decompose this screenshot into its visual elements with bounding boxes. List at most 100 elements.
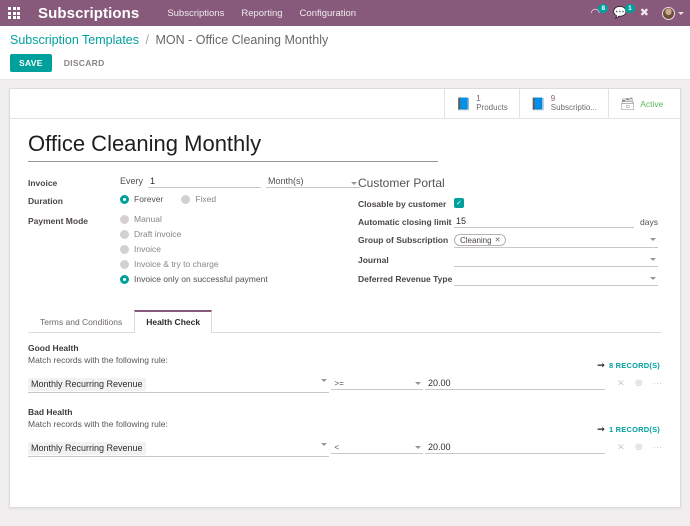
closable-checkbox[interactable] (454, 198, 464, 208)
app-brand-title: Subscriptions (38, 4, 140, 22)
radio-payment-invoice-try-charge[interactable]: Invoice & try to charge (120, 259, 358, 269)
radio-payment-draft-invoice[interactable]: Draft invoice (120, 229, 358, 239)
record-action-buttons: SAVE DISCARD (10, 54, 680, 72)
radio-payment-invoice-successful[interactable]: Invoice only on successful payment (120, 274, 358, 284)
bad-health-value-input[interactable]: 20.00 (425, 441, 606, 454)
bad-health-field-select[interactable]: Monthly Recurring Revenue (28, 438, 330, 457)
discard-button[interactable]: DISCARD (62, 54, 107, 72)
breadcrumb-parent-link[interactable]: Subscription Templates (10, 33, 139, 47)
bad-health-block: Bad Health Match records with the follow… (28, 407, 662, 457)
radio-unselected-icon[interactable] (120, 229, 129, 239)
good-health-rule-actions: ✕ ⊕ ⋯ (617, 378, 662, 389)
bad-health-records-count: 1 RECORD(S) (609, 425, 660, 434)
notebook: Terms and Conditions Health Check Good H… (28, 310, 662, 457)
stat-button-products[interactable]: 📘 1 Products (444, 89, 519, 118)
closing-limit-input[interactable] (454, 216, 635, 228)
field-closable-by-customer: Closable by customer (358, 198, 658, 210)
bad-health-value-text: 20.00 (428, 442, 451, 452)
menu-item-subscriptions[interactable]: Subscriptions (167, 8, 224, 19)
systray: ◠ 8 💬 1 ✖ (590, 0, 684, 26)
good-health-subtitle: Match records with the following rule: (28, 355, 168, 365)
archive-box-icon: 🗃 (620, 96, 636, 111)
status-badge: Active (640, 98, 664, 109)
field-payment-mode-label: Payment Mode (28, 216, 88, 226)
stat-subscriptions-label: Subscriptio... (550, 102, 597, 112)
good-health-field-value: Monthly Recurring Revenue (28, 378, 146, 391)
menu-item-reporting[interactable]: Reporting (241, 8, 282, 19)
book-stack-icon: 📘 (456, 96, 472, 111)
sheet-container: 📘 1 Products 📘 9 Subscriptio... 🗃 Active (0, 80, 690, 508)
recurring-rule-type-select[interactable]: Month(s) (266, 176, 361, 188)
good-health-value-input[interactable]: 20.00 (425, 377, 606, 390)
stat-button-archive[interactable]: 🗃 Active (608, 89, 680, 118)
tab-health-check[interactable]: Health Check (134, 310, 213, 333)
activities-counter: 8 (598, 3, 609, 13)
field-journal-label: Journal (358, 255, 389, 265)
field-duration: Duration Forever Fixed (28, 194, 358, 209)
field-payment-mode: Payment Mode Manual Draft invoice Invoic… (28, 214, 358, 289)
good-health-operator-select[interactable]: >= (331, 377, 424, 390)
good-health-block: Good Health Match records with the follo… (28, 343, 662, 393)
top-navbar: Subscriptions Subscriptions Reporting Co… (0, 0, 690, 26)
bad-health-records-link[interactable]: ➞ 1 RECORD(S) (597, 425, 662, 435)
close-x-icon[interactable]: ✕ (495, 236, 501, 244)
radio-duration-forever[interactable]: Forever (120, 194, 163, 204)
menu-item-configuration[interactable]: Configuration (300, 8, 357, 19)
radio-payment-invoice[interactable]: Invoice (120, 244, 358, 254)
bad-health-field-value: Monthly Recurring Revenue (28, 442, 146, 455)
form-group-right: Customer Portal Closable by customer Aut… (358, 176, 658, 294)
bad-health-title: Bad Health (28, 407, 73, 417)
bad-health-operator-value: < (334, 443, 340, 452)
radio-selected-icon[interactable] (120, 274, 129, 284)
radio-unselected-icon[interactable] (120, 244, 129, 254)
field-group-label: Group of Subscription (358, 235, 449, 245)
field-journal: Journal (358, 254, 658, 267)
breadcrumb: Subscription Templates / MON - Office Cl… (10, 32, 680, 48)
journal-input[interactable] (454, 254, 658, 267)
debug-menu[interactable]: ✖ (639, 6, 649, 19)
ellipsis-icon[interactable]: ⋯ (653, 443, 662, 452)
radio-payment-invoice-try-charge-label: Invoice & try to charge (134, 259, 219, 269)
field-automatic-closing-limit: Automatic closing limit days (358, 216, 658, 228)
arrow-right-icon: ➞ (597, 360, 606, 370)
field-deferred-revenue-label: Deferred Revenue Type (358, 274, 453, 284)
bug-tools-icon: ✖ (639, 6, 649, 19)
user-menu[interactable] (662, 6, 684, 20)
bad-health-operator-select[interactable]: < (331, 441, 424, 454)
deferred-revenue-input[interactable] (454, 273, 658, 286)
good-health-records-link[interactable]: ➞ 8 RECORD(S) (597, 360, 662, 371)
radio-payment-invoice-successful-label: Invoice only on successful payment (134, 274, 268, 284)
plus-circle-icon[interactable]: ⊕ (635, 442, 643, 453)
good-health-field-select[interactable]: Monthly Recurring Revenue (28, 374, 330, 393)
field-invoice-label: Invoice (28, 178, 58, 188)
recurring-interval-input[interactable] (148, 176, 262, 188)
radio-unselected-icon[interactable] (120, 259, 129, 269)
activities-menu[interactable]: ◠ 8 (590, 3, 609, 19)
radio-unselected-icon[interactable] (181, 194, 191, 204)
tab-panel-health-check: Good Health Match records with the follo… (28, 333, 662, 457)
messaging-menu[interactable]: 💬 1 (613, 3, 635, 19)
radio-payment-manual-label: Manual (134, 214, 162, 224)
close-x-icon[interactable]: ✕ (617, 443, 625, 452)
page-title[interactable]: Office Cleaning Monthly (28, 131, 438, 162)
radio-selected-icon[interactable] (120, 194, 129, 204)
radio-payment-manual[interactable]: Manual (120, 214, 358, 224)
every-label: Every (120, 176, 144, 186)
tab-terms-and-conditions[interactable]: Terms and Conditions (28, 310, 134, 332)
save-button[interactable]: SAVE (10, 54, 52, 72)
customer-portal-heading: Customer Portal (358, 176, 445, 190)
radio-unselected-icon[interactable] (120, 214, 129, 224)
tag-cleaning[interactable]: Cleaning ✕ (454, 234, 507, 246)
field-closing-limit-label: Automatic closing limit (358, 217, 452, 227)
radio-duration-fixed[interactable]: Fixed (181, 194, 216, 204)
close-x-icon[interactable]: ✕ (617, 379, 625, 388)
stat-button-subscriptions[interactable]: 📘 9 Subscriptio... (518, 89, 608, 118)
bad-health-rule-actions: ✕ ⊕ ⋯ (617, 442, 662, 453)
group-of-subscription-input[interactable]: Cleaning ✕ (454, 234, 658, 248)
ellipsis-icon[interactable]: ⋯ (653, 379, 662, 388)
apps-menu-icon[interactable] (0, 0, 28, 26)
plus-circle-icon[interactable]: ⊕ (635, 378, 643, 389)
field-invoice: Invoice Every Month(s) (28, 176, 361, 189)
radio-payment-invoice-label: Invoice (134, 244, 161, 254)
messages-counter: 1 (625, 3, 635, 13)
